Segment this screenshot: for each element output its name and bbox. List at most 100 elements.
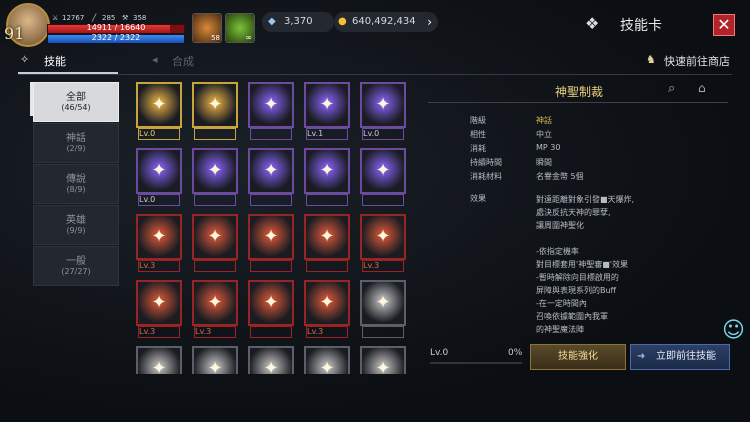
top-bar: 91 ⚔ 12767 ╱ 285 ⚒ 358 14911 / 16640 232… (0, 0, 750, 48)
skill-card[interactable]: ✦ (248, 280, 294, 338)
card-level: Lv.0 (363, 129, 380, 138)
synth-tab-icon: ◂ (152, 53, 158, 66)
goto-skill-button[interactable]: ➜ 立即前往技能 (630, 344, 730, 370)
skill-card[interactable]: ✦ (192, 82, 238, 140)
enhance-button[interactable]: 技能強化 (530, 344, 626, 370)
shield-icon: ✦ (375, 292, 391, 313)
skill-card[interactable]: ✦ (192, 346, 238, 374)
skill-card[interactable]: ✦ (304, 346, 350, 374)
skill-card[interactable]: ✦ Lv.3 (304, 280, 350, 338)
skill-card-icon: ❖ (585, 14, 600, 33)
category-name: 神話 (66, 133, 86, 144)
category-all[interactable]: 全部 (46/54) (33, 82, 119, 122)
detail-header: 神聖制裁 ⌕ ⌂ (428, 78, 728, 103)
tab-skill[interactable]: ✧ 技能 (20, 53, 66, 69)
skill-card[interactable]: ✦ (248, 214, 294, 272)
angel-wings-icon: ✦ (375, 160, 391, 181)
holy-light-icon: ✦ (207, 94, 223, 115)
card-level-strip (250, 128, 292, 140)
page-title: 技能卡 (620, 18, 662, 34)
skill-level: Lv.0 (430, 348, 449, 358)
skill-card[interactable]: ✦ Lv.0 (136, 82, 182, 140)
search-icon[interactable]: ⌕ (668, 81, 675, 96)
chevron-right-icon[interactable]: › (427, 12, 432, 32)
attack-icon: ⚔ (52, 14, 59, 22)
holy-book-icon: ✦ (151, 160, 167, 181)
tab-synth-label: 合成 (172, 55, 194, 68)
skill-card[interactable]: ✦ (304, 214, 350, 272)
skill-card[interactable]: ✦ Lv.3 (136, 280, 182, 338)
skill-card[interactable]: ✦ (304, 148, 350, 206)
star-emblem-icon: ✦ (319, 94, 335, 115)
card-level: Lv.3 (139, 261, 156, 270)
card-level-strip (362, 326, 404, 338)
effect-description: 對遠距離對象引發■天爆炸, 處決反抗天神的罪孽, 讓周圍神聖化 -依指定機率 對… (536, 195, 635, 334)
tab-synth[interactable]: ◂ 合成 (152, 53, 194, 69)
effect-label: 效果 (470, 194, 486, 203)
skill-card[interactable]: ✦ (192, 214, 238, 272)
player-level: 91 (4, 24, 25, 43)
lock-icon[interactable]: ⌂ (698, 81, 706, 95)
skill-card[interactable]: ✦ (248, 148, 294, 206)
category-normal[interactable]: 一般 (27/27) (33, 246, 119, 286)
card-level-strip (306, 194, 348, 206)
cross-shield-icon: ✦ (375, 94, 391, 115)
skill-card[interactable]: ✦ (360, 280, 406, 338)
card-level: Lv.1 (307, 129, 324, 138)
skill-card[interactable]: ✦ (360, 346, 406, 374)
skill-card[interactable]: ✦ (248, 346, 294, 374)
tab-bar: ✧ 技能 ◂ 合成 ♞ 快速前往商店 (18, 50, 732, 75)
card-level: Lv.3 (363, 261, 380, 270)
skill-card[interactable]: ✦ (248, 82, 294, 140)
card-level-strip (194, 128, 236, 140)
exp-badge-icon: ✦ (263, 292, 279, 313)
wing-slash-icon: ✦ (319, 292, 335, 313)
card-level-strip (194, 194, 236, 206)
skill-card[interactable]: ✦ Lv.3 (360, 214, 406, 272)
mascot-icon[interactable]: ☺ (722, 318, 745, 343)
card-level: Lv.3 (195, 327, 212, 336)
skill-card[interactable]: ✦ (360, 148, 406, 206)
row-value: 神話 (536, 116, 552, 125)
skill-card[interactable]: ✦ Lv.3 (192, 280, 238, 338)
row-label: 消耗 (470, 144, 486, 153)
level-progress: 0% (508, 348, 523, 358)
anchor-icon: ✦ (319, 358, 335, 374)
card-level-strip (250, 326, 292, 338)
leaf-buff-icon[interactable]: ∞ (225, 13, 255, 43)
category-count: (27/27) (61, 267, 91, 276)
skill-card[interactable]: ✦ Lv.3 (136, 214, 182, 272)
category-count: (9/9) (66, 226, 86, 235)
stat-b: 285 (102, 14, 116, 22)
skill-card[interactable]: ✦ Lv.0 (136, 148, 182, 206)
potion-buff-icon[interactable]: 58 (192, 13, 222, 43)
row-value: 名譽金幣 5個 (536, 172, 584, 181)
light-burst-icon: ✦ (263, 358, 279, 374)
category-mythic[interactable]: 神話 (2/9) (33, 123, 119, 163)
skill-card[interactable]: ✦ (192, 148, 238, 206)
category-legendary[interactable]: 傳說 (8/9) (33, 164, 119, 204)
category-count: (46/54) (61, 103, 91, 112)
card-level-strip (250, 194, 292, 206)
blade-slash-icon: ✦ (207, 160, 223, 181)
skill-card[interactable]: ✦ Lv.1 (304, 82, 350, 140)
card-level: Lv.3 (307, 327, 324, 336)
stat-c: 358 (133, 14, 147, 22)
cross-book-icon: ✦ (319, 160, 335, 181)
row-label: 消耗材料 (470, 172, 502, 181)
row-label: 階級 (470, 116, 486, 125)
category-name: 全部 (66, 92, 86, 103)
goto-skill-label: 立即前往技能 (656, 351, 716, 362)
gold-coin-icon: ● (338, 16, 347, 27)
level-progress-bar (430, 362, 522, 364)
xiv-shield-icon: ✦ (263, 226, 279, 247)
spiral-icon: ✦ (207, 358, 223, 374)
shop-shortcut[interactable]: ♞ 快速前往商店 (646, 53, 730, 69)
active-tab-underline (18, 72, 118, 74)
skill-card[interactable]: ✦ (136, 346, 182, 374)
light-beam-icon: ✦ (375, 358, 391, 374)
lightning-icon: ✦ (151, 358, 167, 374)
skill-card[interactable]: ✦ Lv.0 (360, 82, 406, 140)
close-button[interactable]: ✕ (713, 14, 735, 36)
category-hero[interactable]: 英雄 (9/9) (33, 205, 119, 245)
